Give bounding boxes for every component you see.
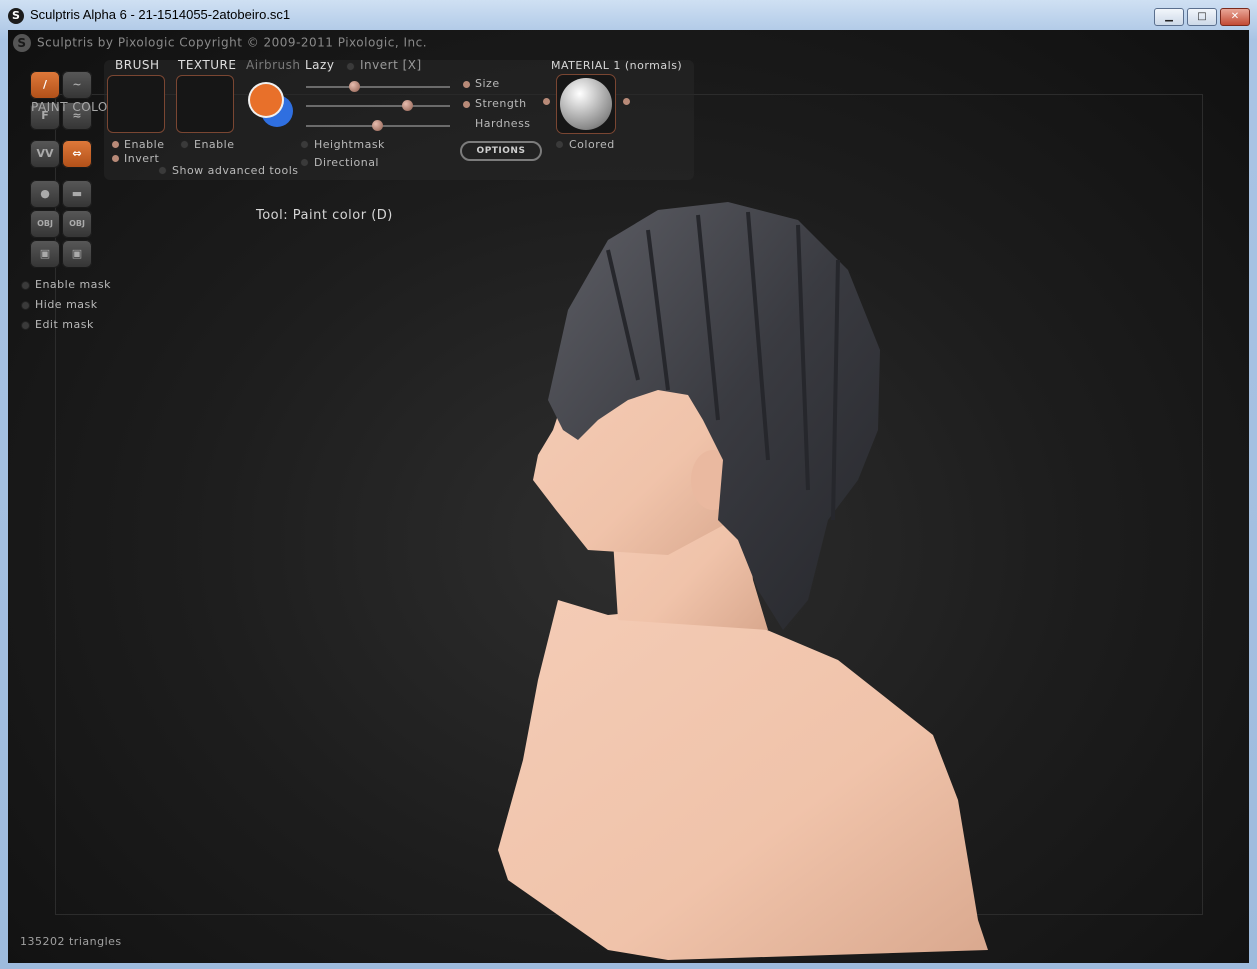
lazy-label[interactable]: Lazy xyxy=(305,58,334,72)
close-button[interactable]: ✕ xyxy=(1220,8,1250,26)
material-label: MATERIAL 1 (normals) xyxy=(551,59,683,72)
sculpted-head-model[interactable] xyxy=(468,160,1008,960)
plane-button[interactable]: ▬ xyxy=(62,180,92,208)
texture-enable-label[interactable]: Enable xyxy=(194,138,234,151)
size-slider-knob[interactable] xyxy=(349,81,360,92)
title-bar[interactable]: S Sculptris Alpha 6 - 21-1514055-2atobei… xyxy=(0,0,1257,30)
heightmask-checkbox[interactable] xyxy=(301,141,308,148)
application-window: S Sculptris Alpha 6 - 21-1514055-2atobei… xyxy=(0,0,1257,969)
brush-invert-checkbox[interactable] xyxy=(112,155,119,162)
size-label: Size xyxy=(475,77,500,90)
brush-enable-checkbox[interactable] xyxy=(112,141,119,148)
strength-slider-track[interactable] xyxy=(306,105,450,107)
primary-color-icon[interactable] xyxy=(250,84,282,116)
invert-x-label[interactable]: Invert [X] xyxy=(360,58,422,72)
symmetry-toggle-button[interactable]: ⇔ xyxy=(62,140,92,168)
triangle-count: 135202 triangles xyxy=(20,935,122,948)
edit-mask-checkbox[interactable] xyxy=(22,322,29,329)
import-obj-button[interactable]: OBJ xyxy=(30,210,60,238)
copyright-line: S Sculptris by Pixologic Copyright © 2009… xyxy=(13,34,427,52)
hide-mask-checkbox[interactable] xyxy=(22,302,29,309)
material-prev-arrow[interactable] xyxy=(543,98,550,105)
size-pressure-toggle[interactable] xyxy=(463,81,470,88)
copyright-text: Sculptris by Pixologic Copyright © 2009-… xyxy=(37,35,428,50)
show-advanced-label[interactable]: Show advanced tools xyxy=(172,164,298,177)
zigzag-tool-button[interactable]: VV xyxy=(30,140,60,168)
window-title: Sculptris Alpha 6 - 21-1514055-2atobeiro… xyxy=(30,7,291,22)
invert-x-checkbox[interactable] xyxy=(347,63,354,70)
export-obj-button[interactable]: OBJ xyxy=(62,210,92,238)
hide-mask-label[interactable]: Hide mask xyxy=(35,298,98,311)
strength-pressure-toggle[interactable] xyxy=(463,101,470,108)
airbrush-label[interactable]: Airbrush xyxy=(246,58,301,72)
texture-enable-checkbox[interactable] xyxy=(181,141,188,148)
tool-caption: Tool: Paint color (D) xyxy=(256,208,393,223)
viewport[interactable]: S Sculptris by Pixologic Copyright © 2009… xyxy=(8,30,1249,963)
options-button[interactable]: OPTIONS xyxy=(460,141,542,161)
enable-mask-checkbox[interactable] xyxy=(22,282,29,289)
hardness-slider-knob[interactable] xyxy=(372,120,383,131)
brush-invert-label[interactable]: Invert xyxy=(124,152,159,165)
brush-enable-label[interactable]: Enable xyxy=(124,138,164,151)
torso xyxy=(498,600,988,960)
material-preview[interactable] xyxy=(556,74,616,134)
sphere-button[interactable]: ● xyxy=(30,180,60,208)
minimize-icon: ▁ xyxy=(1165,11,1173,22)
sculptris-app-icon: S xyxy=(8,8,24,24)
show-advanced-checkbox[interactable] xyxy=(159,167,166,174)
paint-bump-tool-button[interactable]: ~ xyxy=(62,71,92,99)
directional-label[interactable]: Directional xyxy=(314,156,379,169)
colored-label[interactable]: Colored xyxy=(569,138,615,151)
maximize-icon: □ xyxy=(1197,11,1207,22)
colored-checkbox[interactable] xyxy=(556,141,563,148)
strength-slider-knob[interactable] xyxy=(402,100,413,111)
pixologic-logo-icon: S xyxy=(13,34,31,52)
strength-label: Strength xyxy=(475,97,527,110)
brush-label: BRUSH xyxy=(115,58,160,72)
material-sphere-icon xyxy=(560,78,612,130)
size-slider-track[interactable] xyxy=(306,86,450,88)
close-icon: ✕ xyxy=(1230,11,1240,22)
enable-mask-label[interactable]: Enable mask xyxy=(35,278,111,291)
edit-mask-label[interactable]: Edit mask xyxy=(35,318,94,331)
heightmask-label[interactable]: Heightmask xyxy=(314,138,385,151)
save-as-button[interactable]: ▣ xyxy=(62,240,92,268)
directional-checkbox[interactable] xyxy=(301,159,308,166)
texture-label: TEXTURE xyxy=(178,58,237,72)
paint-color-tool-button[interactable]: / xyxy=(30,71,60,99)
material-next-arrow[interactable] xyxy=(623,98,630,105)
minimize-button[interactable]: ▁ xyxy=(1154,8,1184,26)
hardness-label: Hardness xyxy=(475,117,531,130)
texture-swatch[interactable] xyxy=(176,75,234,133)
save-button[interactable]: ▣ xyxy=(30,240,60,268)
brush-alpha-swatch[interactable] xyxy=(107,75,165,133)
maximize-button[interactable]: □ xyxy=(1187,8,1217,26)
